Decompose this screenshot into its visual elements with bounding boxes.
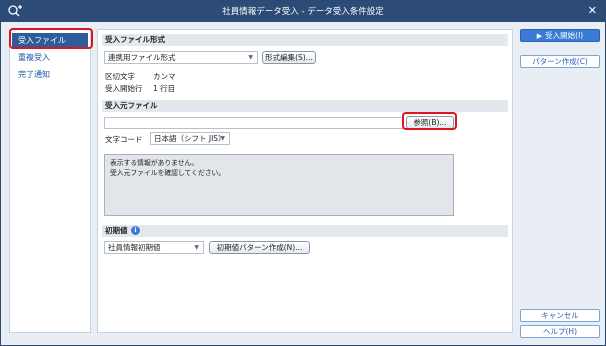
source-file-path-input[interactable] xyxy=(104,117,404,129)
dialog-window: 社員情報データ受入 - データ受入条件設定 ✕ 受入ファイル 重複受入 完了通知… xyxy=(0,0,606,346)
message-line: 表示する情報がありません。 xyxy=(110,159,199,167)
file-info-message-box: 表示する情報がありません。 受入元ファイルを確認してください。 xyxy=(104,154,454,216)
file-format-select[interactable]: 連携用ファイル形式 ▼ xyxy=(104,51,258,64)
title-bar: 社員情報データ受入 - データ受入条件設定 ✕ xyxy=(1,1,605,22)
help-button[interactable]: ヘルプ(H) xyxy=(520,325,600,338)
file-format-heading: 受入ファイル形式 xyxy=(102,34,508,46)
initial-values-select[interactable]: 社員情報初期値 ▼ xyxy=(104,241,204,254)
import-icon: ▶ xyxy=(536,32,543,40)
main-panel: 受入ファイル形式 連携用ファイル形式 ▼ 形式編集(S)... 区切文字 カンマ… xyxy=(97,29,513,333)
window-title: 社員情報データ受入 - データ受入条件設定 xyxy=(222,7,384,17)
chevron-down-icon: ▼ xyxy=(220,135,225,142)
encoding-label: 文字コード xyxy=(105,135,143,144)
source-file-heading: 受入元ファイル xyxy=(102,100,508,112)
encoding-value: 日本語（シフト JIS） xyxy=(154,134,226,143)
file-format-value: 連携用ファイル形式 xyxy=(108,53,176,62)
initial-values-heading: 初期値 xyxy=(102,225,508,237)
initial-values-heading-label: 初期値 xyxy=(105,226,128,235)
edit-format-button[interactable]: 形式編集(S)... xyxy=(262,51,316,64)
start-import-label: 受入開始(I) xyxy=(545,31,584,40)
delimiter-label: 区切文字 xyxy=(105,72,135,81)
create-initial-pattern-button[interactable]: 初期値パターン作成(N)... xyxy=(209,241,310,254)
start-import-button[interactable]: ▶ 受入開始(I) xyxy=(520,29,600,42)
cancel-button[interactable]: キャンセル xyxy=(520,309,600,322)
delimiter-value: カンマ xyxy=(153,72,176,81)
initial-values-value: 社員情報初期値 xyxy=(108,243,161,252)
sidebar-item-completion-notice[interactable]: 完了通知 xyxy=(12,67,88,83)
sidebar-item-duplicate-import[interactable]: 重複受入 xyxy=(12,50,88,66)
highlight-frame xyxy=(9,28,93,49)
start-row-value: 1 行目 xyxy=(153,84,176,93)
sidebar: 受入ファイル 重複受入 完了通知 xyxy=(9,29,91,333)
encoding-select[interactable]: 日本語（シフト JIS） ▼ xyxy=(150,132,230,145)
highlight-frame xyxy=(402,112,457,130)
chevron-down-icon: ▼ xyxy=(248,54,253,61)
chevron-down-icon: ▼ xyxy=(194,244,199,251)
message-line: 受入元ファイルを確認してください。 xyxy=(110,169,226,177)
info-icon[interactable]: i xyxy=(131,226,140,235)
start-row-label: 受入開始行 xyxy=(105,84,143,93)
create-pattern-button[interactable]: パターン作成(C) xyxy=(520,55,600,68)
close-icon[interactable]: ✕ xyxy=(588,4,597,18)
